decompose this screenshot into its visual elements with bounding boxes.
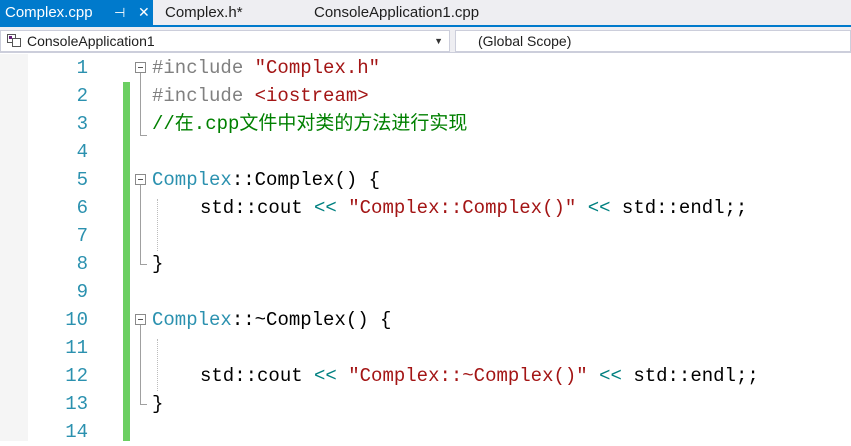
line-number: 10 bbox=[65, 309, 88, 331]
line-number: 13 bbox=[65, 393, 88, 415]
selection-margin bbox=[0, 54, 28, 441]
class-name: Complex bbox=[152, 309, 232, 331]
code-token: std::endl;; bbox=[610, 197, 748, 219]
line-number: 3 bbox=[76, 113, 88, 135]
tab-label: Complex.cpp bbox=[5, 4, 93, 21]
line-number: 12 bbox=[65, 365, 88, 387]
string-literal: "Complex::Complex()" bbox=[348, 197, 577, 219]
stream-operator: << bbox=[587, 197, 611, 219]
outline-end bbox=[140, 404, 147, 405]
close-icon[interactable]: ✕ bbox=[138, 0, 150, 25]
scope-dropdown-label: (Global Scope) bbox=[478, 33, 572, 49]
outline-line bbox=[140, 325, 141, 404]
indent-guide bbox=[157, 339, 158, 391]
code-token: std::cout bbox=[200, 365, 315, 387]
class-name: Complex bbox=[152, 169, 232, 191]
collapse-icon[interactable] bbox=[135, 314, 146, 325]
collapse-icon[interactable] bbox=[135, 62, 146, 73]
outline-end bbox=[140, 135, 147, 136]
include-path: "Complex.h" bbox=[254, 57, 381, 79]
navigation-bar: ConsoleApplication1 ▼ (Global Scope) bbox=[0, 27, 851, 53]
outline-line bbox=[140, 73, 141, 135]
code-line-8: } bbox=[152, 253, 164, 275]
tab-consoleapplication1-cpp[interactable]: ConsoleApplication1.cpp bbox=[314, 0, 479, 25]
change-tracking-bar bbox=[123, 82, 130, 441]
scope-operator: :: bbox=[231, 169, 255, 191]
code-line-6: std::cout << "Complex::Complex()" << std… bbox=[200, 194, 747, 222]
code-line-3: //在.cpp文件中对类的方法进行实现 bbox=[152, 113, 468, 135]
function-signature: Complex() { bbox=[254, 169, 381, 191]
document-tab-bar: Complex.cpp ⊣ ✕ Complex.h* ConsoleApplic… bbox=[0, 0, 851, 27]
string-literal: "Complex::~Complex()" bbox=[348, 365, 588, 387]
outline-end bbox=[140, 264, 147, 265]
preprocessor-directive: #include bbox=[152, 85, 244, 107]
project-icon bbox=[7, 34, 21, 47]
line-number: 14 bbox=[65, 421, 88, 443]
code-line-5: Complex::Complex() { bbox=[152, 166, 380, 194]
stream-operator: << bbox=[314, 365, 337, 387]
scope-operator: :: bbox=[231, 309, 255, 331]
tab-label: ConsoleApplication1.cpp bbox=[314, 4, 480, 21]
code-line-10: Complex::~Complex() { bbox=[152, 306, 391, 334]
indent-guide bbox=[157, 199, 158, 251]
include-path: <iostream> bbox=[254, 85, 369, 107]
tab-complex-cpp[interactable]: Complex.cpp ⊣ ✕ bbox=[0, 0, 153, 25]
code-line-2: #include <iostream> bbox=[152, 82, 369, 110]
code-line-1: #include "Complex.h" bbox=[152, 54, 380, 82]
preprocessor-directive: #include bbox=[152, 57, 244, 79]
collapse-icon[interactable] bbox=[135, 174, 146, 185]
line-number: 6 bbox=[76, 197, 88, 219]
scope-dropdown[interactable]: (Global Scope) bbox=[455, 30, 851, 52]
code-token: std::cout bbox=[200, 197, 315, 219]
project-dropdown-label: ConsoleApplication1 bbox=[27, 33, 155, 49]
pin-icon[interactable]: ⊣ bbox=[114, 0, 125, 25]
line-number: 7 bbox=[76, 225, 88, 247]
line-number: 9 bbox=[76, 281, 88, 303]
line-number: 8 bbox=[76, 253, 88, 275]
line-number: 5 bbox=[76, 169, 88, 191]
code-token: std::endl;; bbox=[621, 365, 759, 387]
code-line-13: } bbox=[152, 393, 164, 415]
chevron-down-icon: ▼ bbox=[434, 36, 443, 46]
stream-operator: << bbox=[599, 365, 622, 387]
line-number: 4 bbox=[76, 141, 88, 163]
function-signature: ~Complex() { bbox=[254, 309, 392, 331]
outline-line bbox=[140, 185, 141, 264]
code-line-12: std::cout << "Complex::~Complex()" << st… bbox=[200, 362, 759, 390]
line-number: 1 bbox=[76, 57, 88, 79]
tab-complex-h[interactable]: Complex.h* bbox=[165, 0, 243, 25]
stream-operator: << bbox=[314, 197, 337, 219]
line-number: 11 bbox=[65, 337, 88, 359]
project-dropdown[interactable]: ConsoleApplication1 ▼ bbox=[0, 30, 450, 52]
tab-label: Complex.h* bbox=[165, 4, 243, 21]
code-editor[interactable]: 1 2 3 4 5 6 7 8 9 10 11 12 13 14 #includ… bbox=[0, 54, 851, 443]
line-number: 2 bbox=[76, 85, 88, 107]
